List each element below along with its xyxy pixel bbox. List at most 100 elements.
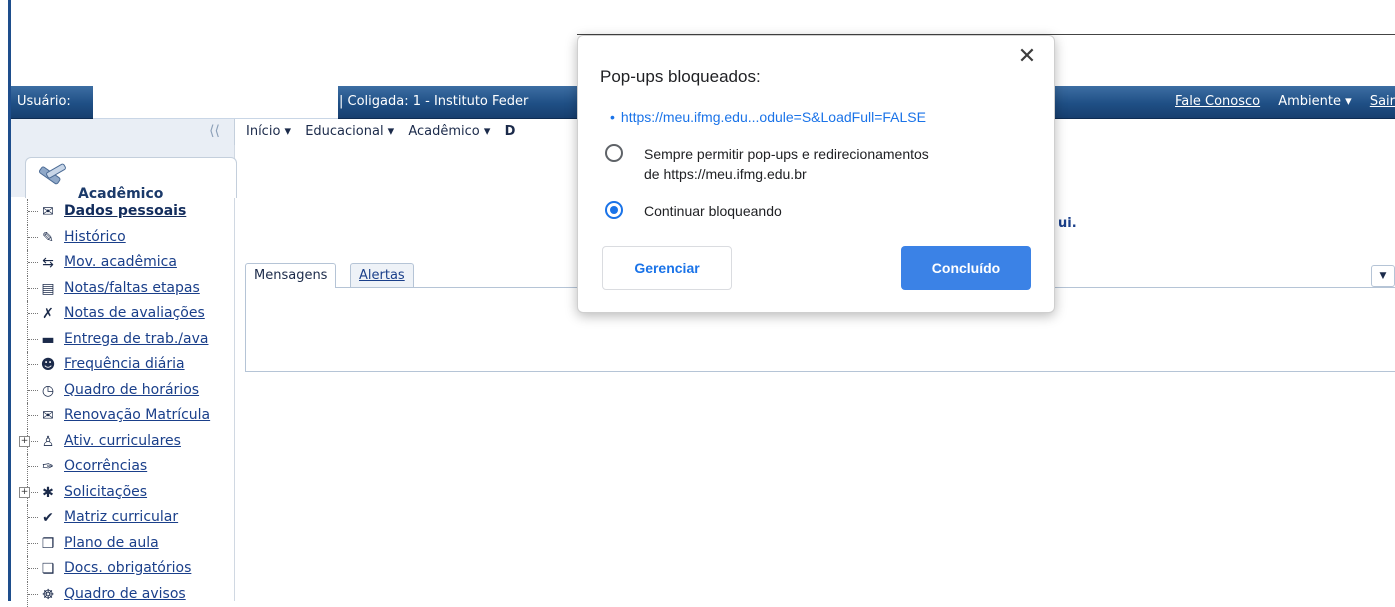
breadcrumb-inicio[interactable]: Início ▾ <box>246 124 291 139</box>
tab-dropdown-icon[interactable]: ▼ <box>1371 265 1395 287</box>
tree-branch <box>28 339 38 340</box>
tree-branch <box>28 390 38 391</box>
sidebar-item-label[interactable]: Frequência diária <box>64 356 185 372</box>
clock-icon: ◷ <box>39 382 57 400</box>
expand-icon[interactable]: + <box>19 487 30 498</box>
sidebar-item-label[interactable]: Ativ. curriculares <box>64 433 181 449</box>
sidebar-collapse-strip: ⟨⟨ <box>11 119 235 145</box>
sidebar-item[interactable]: + ✱ Solicitações <box>11 480 234 506</box>
sidebar-tree: ✉ Dados pessoais ✎ Histórico ⇆ Mov. acadêmica… <box>11 199 234 607</box>
sidebar-tab-academico[interactable]: Acadêmico <box>25 157 237 198</box>
sidebar-item-label[interactable]: Histórico <box>64 229 126 245</box>
popup-blocked-dialog: Pop-ups bloqueados: ✕ •https://meu.ifmg.… <box>577 35 1055 313</box>
allow-option-line1: Sempre permitir pop-ups e redirecionamen… <box>644 144 929 164</box>
sidebar-item-label[interactable]: Renovação Matrícula <box>64 407 210 423</box>
sidebar-item-label[interactable]: Notas/faltas etapas <box>64 280 200 296</box>
expand-icon[interactable]: + <box>19 436 30 447</box>
sidebar-item-label[interactable]: Matriz curricular <box>64 509 178 525</box>
renewal-icon: ✉ <box>39 407 57 425</box>
sidebar-item[interactable]: ✑ Ocorrências <box>11 454 234 480</box>
tab-alertas[interactable]: Alertas <box>350 263 414 287</box>
block-option-label[interactable]: Continuar bloqueando <box>644 201 782 221</box>
allow-radio[interactable] <box>605 144 623 162</box>
tree-branch <box>28 594 38 595</box>
id-card-icon: ✉ <box>39 203 57 221</box>
tree-branch <box>28 313 38 314</box>
tree-branch <box>28 517 38 518</box>
sidebar-item[interactable]: ✔ Matriz curricular <box>11 505 234 531</box>
sidebar-item[interactable]: ❏ Docs. obrigatórios <box>11 556 234 582</box>
sidebar-item-label[interactable]: Dados pessoais <box>64 203 186 219</box>
sidebar-item[interactable]: ✉ Dados pessoais <box>11 199 234 225</box>
sidebar-item[interactable]: ▬ Entrega de trab./ava <box>11 327 234 353</box>
academic-tools-icon <box>36 162 70 190</box>
grades-icon: ✗ <box>39 305 57 323</box>
allow-option-line2: de https://meu.ifmg.edu.br <box>644 164 929 184</box>
documents-icon: ❏ <box>39 560 57 578</box>
tray-icon: ▬ <box>39 331 57 349</box>
logout-link[interactable]: Sair <box>1370 94 1395 109</box>
sidebar: Acadêmico ✉ Dados pessoais ✎ Histórico ⇆ Mov.… <box>11 145 235 601</box>
sidebar-item-label[interactable]: Quadro de horários <box>64 382 199 398</box>
table-icon: ▤ <box>39 280 57 298</box>
breadcrumb-current: D <box>505 124 516 139</box>
sidebar-item-label[interactable]: Ocorrências <box>64 458 147 474</box>
request-icon: ✱ <box>39 484 57 502</box>
bullet-icon: • <box>610 109 615 125</box>
popup-title: Pop-ups bloqueados: <box>600 67 761 87</box>
tree-branch <box>28 288 38 289</box>
sidebar-item[interactable]: ▤ Notas/faltas etapas <box>11 276 234 302</box>
sidebar-tab-strip: Acadêmico <box>11 145 234 197</box>
done-button[interactable]: Concluído <box>901 246 1031 290</box>
check-icon: ✔ <box>39 509 57 527</box>
sidebar-item-label[interactable]: Mov. acadêmica <box>64 254 177 270</box>
sidebar-item[interactable]: ✉ Renovação Matrícula <box>11 403 234 429</box>
transfer-arrows-icon: ⇆ <box>39 254 57 272</box>
tree-branch <box>28 262 38 263</box>
sidebar-item[interactable]: ◷ Quadro de horários <box>11 378 234 404</box>
sidebar-item-label[interactable]: Plano de aula <box>64 535 159 551</box>
breadcrumb-educacional[interactable]: Educacional ▾ <box>305 124 394 139</box>
sidebar-item-label[interactable]: Notas de avaliações <box>64 305 205 321</box>
breadcrumb-academico[interactable]: Acadêmico ▾ <box>408 124 490 139</box>
sidebar-item-label[interactable]: Docs. obrigatórios <box>64 560 191 576</box>
sidebar-item-label[interactable]: Solicitações <box>64 484 147 500</box>
tree-branch <box>28 364 38 365</box>
sidebar-item[interactable]: + ♙ Ativ. curriculares <box>11 429 234 455</box>
tree-branch <box>28 415 38 416</box>
allow-option-label[interactable]: Sempre permitir pop-ups e redirecionamen… <box>644 144 929 184</box>
tree-branch <box>28 466 38 467</box>
tree-branch <box>28 237 38 238</box>
blocked-url-text[interactable]: https://meu.ifmg.edu...odule=S&LoadFull=… <box>621 109 926 125</box>
sidebar-item[interactable]: ⇆ Mov. acadêmica <box>11 250 234 276</box>
sidebar-item[interactable]: ✎ Histórico <box>11 225 234 251</box>
sidebar-item[interactable]: ❐ Plano de aula <box>11 531 234 557</box>
breadcrumb: Início ▾ Educacional ▾ Acadêmico ▾ D <box>246 124 515 139</box>
environment-menu[interactable]: Ambiente ▾ <box>1278 94 1351 109</box>
activity-icon: ♙ <box>39 433 57 451</box>
book-icon: ❐ <box>39 535 57 553</box>
quill-icon: ✑ <box>39 458 57 476</box>
contact-link[interactable]: Fale Conosco <box>1175 94 1260 109</box>
collapse-sidebar-icon[interactable]: ⟨⟨ <box>209 123 220 139</box>
tree-branch <box>28 568 38 569</box>
manage-button[interactable]: Gerenciar <box>602 246 732 290</box>
sidebar-item[interactable]: ☻ Frequência diária <box>11 352 234 378</box>
user-label: Usuário: <box>17 94 71 109</box>
user-name-field <box>93 86 338 119</box>
block-radio[interactable] <box>605 201 623 219</box>
close-icon[interactable]: ✕ <box>1016 46 1038 68</box>
tab-mensagens[interactable]: Mensagens <box>245 263 336 288</box>
people-icon: ☻ <box>39 356 57 374</box>
coligada-label: | Coligada: 1 - Instituto Feder <box>339 94 528 109</box>
sidebar-item[interactable]: ✗ Notas de avaliações <box>11 301 234 327</box>
tree-branch <box>28 543 38 544</box>
sidebar-item[interactable]: ☸Quadro de avisos <box>11 582 234 607</box>
blocked-url-link[interactable]: •https://meu.ifmg.edu...odule=S&LoadFull… <box>622 109 926 125</box>
background-link-text[interactable]: ui. <box>1058 216 1077 231</box>
pencil-icon: ✎ <box>39 229 57 247</box>
sidebar-item-label[interactable]: Quadro de avisos <box>64 586 186 602</box>
header-links: Fale Conosco Ambiente ▾ Sair <box>1161 94 1395 109</box>
tree-branch <box>28 211 38 212</box>
sidebar-item-label[interactable]: Entrega de trab./ava <box>64 331 208 347</box>
